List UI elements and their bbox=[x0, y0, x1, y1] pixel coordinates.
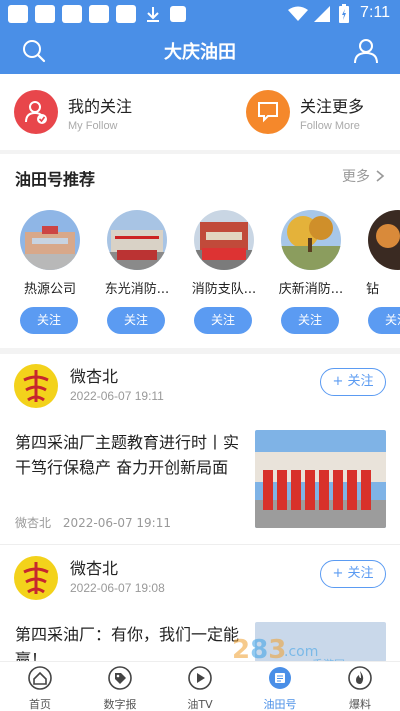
chevron-right-icon bbox=[376, 170, 385, 182]
section-more-link[interactable]: 更多 bbox=[342, 166, 386, 186]
post-time: 2022-06-07 19:11 bbox=[70, 389, 164, 403]
notification-icon bbox=[8, 5, 28, 23]
wifi-icon bbox=[288, 6, 308, 21]
nav-digital-paper[interactable]: 数字报 bbox=[80, 666, 160, 711]
nav-oilfield-accounts[interactable]: 油田号 bbox=[240, 666, 320, 711]
nav-oil-tv[interactable]: 油TV bbox=[160, 666, 240, 711]
flag-icon bbox=[258, 102, 278, 123]
section-more-label: 更多 bbox=[342, 169, 370, 185]
section-title: 油田号推荐 bbox=[15, 170, 96, 189]
article-thumbnail[interactable] bbox=[255, 430, 386, 528]
newspaper-icon bbox=[269, 667, 291, 689]
nav-label: 爆料 bbox=[349, 698, 371, 711]
follow-more-subtitle: Follow More bbox=[300, 119, 360, 132]
post-time: 2022-06-07 19:08 bbox=[70, 581, 165, 595]
follow-button[interactable]: 关注 bbox=[368, 307, 400, 334]
status-bar: 7:11 bbox=[0, 0, 400, 28]
nav-label: 首页 bbox=[29, 698, 51, 711]
top-bar: 7:11 大庆油田 bbox=[0, 0, 400, 74]
home-icon bbox=[28, 666, 52, 690]
feed-author-row[interactable]: 微杏北 2022-06-07 19:11 + 关注 bbox=[0, 356, 400, 426]
user-icon bbox=[354, 39, 378, 64]
my-follow-button[interactable]: 我的关注 My Follow bbox=[14, 88, 132, 136]
oilfield-logo-icon bbox=[23, 562, 49, 594]
follow-more-icon-circle bbox=[246, 90, 290, 134]
tag-icon bbox=[108, 666, 132, 690]
play-icon bbox=[188, 666, 212, 690]
author-logo[interactable] bbox=[14, 556, 58, 600]
divider bbox=[0, 348, 400, 354]
flame-icon bbox=[348, 666, 372, 690]
author-name[interactable]: 微杏北 bbox=[70, 363, 118, 387]
account-name: 钻 bbox=[366, 282, 380, 297]
battery-icon bbox=[339, 4, 349, 23]
follow-button[interactable]: 关注 bbox=[20, 307, 78, 334]
my-follow-title: 我的关注 bbox=[68, 96, 133, 116]
article-author: 微杏北 bbox=[15, 516, 52, 530]
follow-author-button[interactable]: + 关注 bbox=[320, 368, 386, 396]
oilfield-logo-icon bbox=[23, 370, 49, 402]
nav-home[interactable]: 首页 bbox=[0, 666, 80, 711]
android-icon bbox=[116, 5, 136, 23]
divider bbox=[0, 150, 400, 154]
author-logo[interactable] bbox=[14, 364, 58, 408]
account-name: 东光消防... bbox=[104, 282, 170, 297]
my-follow-subtitle: My Follow bbox=[68, 119, 118, 132]
account-avatar[interactable] bbox=[281, 210, 341, 270]
account-avatar[interactable] bbox=[20, 210, 80, 270]
app-header: 大庆油田 bbox=[0, 28, 400, 74]
account-name: 热源公司 bbox=[23, 282, 76, 297]
clock: 7:11 bbox=[360, 4, 390, 21]
article-card[interactable]: 第四采油厂主题教育进行时丨实干笃行保稳产 奋力开创新局面 微杏北 2022-06… bbox=[0, 430, 400, 538]
user-check-icon bbox=[25, 101, 47, 124]
author-name[interactable]: 微杏北 bbox=[70, 555, 118, 579]
account-name: 庆新消防... bbox=[278, 282, 344, 297]
nav-tip-off[interactable]: 爆料 bbox=[320, 666, 400, 711]
article-meta: 微杏北 2022-06-07 19:11 bbox=[15, 514, 171, 531]
bottom-nav: 首页 数字报 油TV 油田号 爆料 bbox=[0, 661, 400, 711]
follow-button[interactable]: 关注 bbox=[281, 307, 339, 334]
feed-author-row[interactable]: 微杏北 2022-06-07 19:08 + 关注 bbox=[0, 548, 400, 618]
article-title[interactable]: 第四采油厂主题教育进行时丨实干笃行保稳产 奋力开创新局面 bbox=[15, 430, 245, 480]
follow-author-button[interactable]: + 关注 bbox=[320, 560, 386, 588]
nav-label: 数字报 bbox=[103, 698, 137, 711]
page-title: 大庆油田 bbox=[164, 42, 236, 63]
article-title[interactable]: 第四采油厂：有你，我们一定能赢！ bbox=[15, 622, 245, 661]
follow-button[interactable]: 关注 bbox=[194, 307, 252, 334]
cellular-icon bbox=[314, 6, 330, 22]
profile-button[interactable] bbox=[352, 37, 380, 65]
nav-label: 油TV bbox=[187, 698, 213, 711]
article-time: 2022-06-07 19:11 bbox=[62, 516, 171, 530]
account-avatar[interactable] bbox=[194, 210, 254, 270]
follow-button[interactable]: 关注 bbox=[107, 307, 165, 334]
notification-icon bbox=[89, 5, 109, 23]
nav-label: 油田号 bbox=[263, 698, 297, 711]
follow-more-button[interactable]: 关注更多 Follow More bbox=[246, 88, 364, 136]
account-avatar[interactable] bbox=[368, 210, 400, 270]
notification-icon bbox=[35, 5, 55, 23]
recommend-carousel[interactable]: 热源公司 关注 东光消防... 关注 消防支队... 关注 庆新消防... 关注… bbox=[0, 205, 400, 340]
my-follow-icon-circle bbox=[14, 90, 58, 134]
notification-icon bbox=[62, 5, 82, 23]
divider bbox=[0, 544, 400, 545]
follow-row: 我的关注 My Follow 关注更多 Follow More bbox=[0, 74, 400, 150]
font-icon bbox=[170, 6, 186, 22]
follow-more-title: 关注更多 bbox=[300, 96, 365, 116]
account-name: 消防支队... bbox=[191, 282, 257, 297]
download-icon bbox=[147, 7, 159, 22]
account-avatar[interactable] bbox=[107, 210, 167, 270]
